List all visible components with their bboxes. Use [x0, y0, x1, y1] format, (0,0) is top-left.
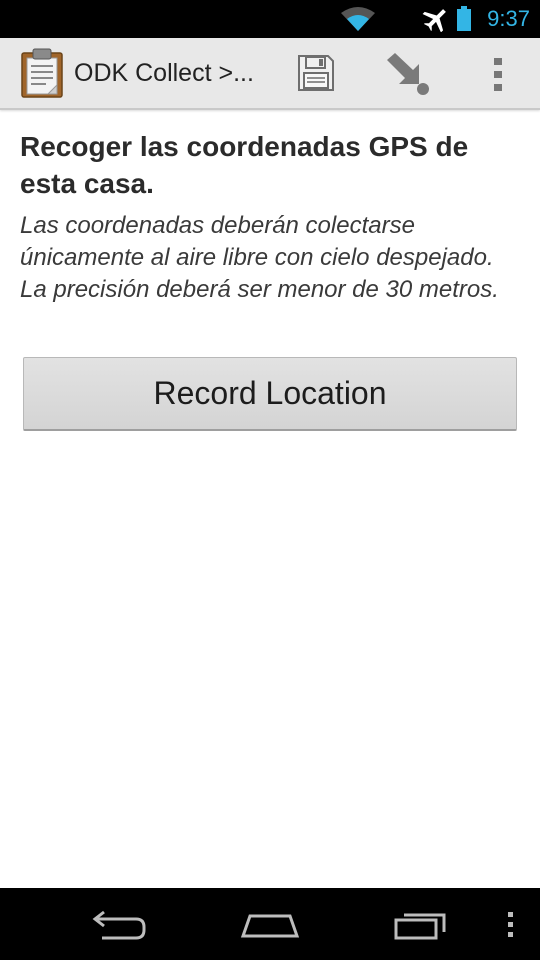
- overflow-menu-icon[interactable]: [484, 55, 512, 95]
- wifi-icon: [340, 6, 376, 37]
- jump-to-icon[interactable]: [384, 51, 434, 102]
- record-location-button[interactable]: Record Location: [23, 357, 517, 431]
- menu-icon[interactable]: [502, 910, 518, 945]
- action-bar: ODK Collect >...: [0, 38, 540, 110]
- battery-icon: [456, 6, 472, 37]
- clipboard-app-icon[interactable]: [20, 48, 64, 103]
- airplane-mode-icon: [422, 6, 450, 37]
- save-icon[interactable]: [296, 53, 336, 98]
- back-icon[interactable]: [92, 908, 148, 947]
- navigation-bar: [0, 888, 540, 960]
- question-hint: Las coordenadas deberán colectarse única…: [20, 212, 499, 303]
- status-clock: 9:37: [487, 6, 530, 31]
- question-label: Recoger las coordenadas GPS de esta casa…: [20, 131, 469, 199]
- action-bar-title[interactable]: ODK Collect >...: [74, 57, 254, 89]
- home-icon[interactable]: [240, 910, 300, 945]
- status-bar: 9:37: [0, 0, 540, 38]
- recent-apps-icon[interactable]: [392, 910, 452, 945]
- record-location-label: Record Location: [153, 375, 387, 411]
